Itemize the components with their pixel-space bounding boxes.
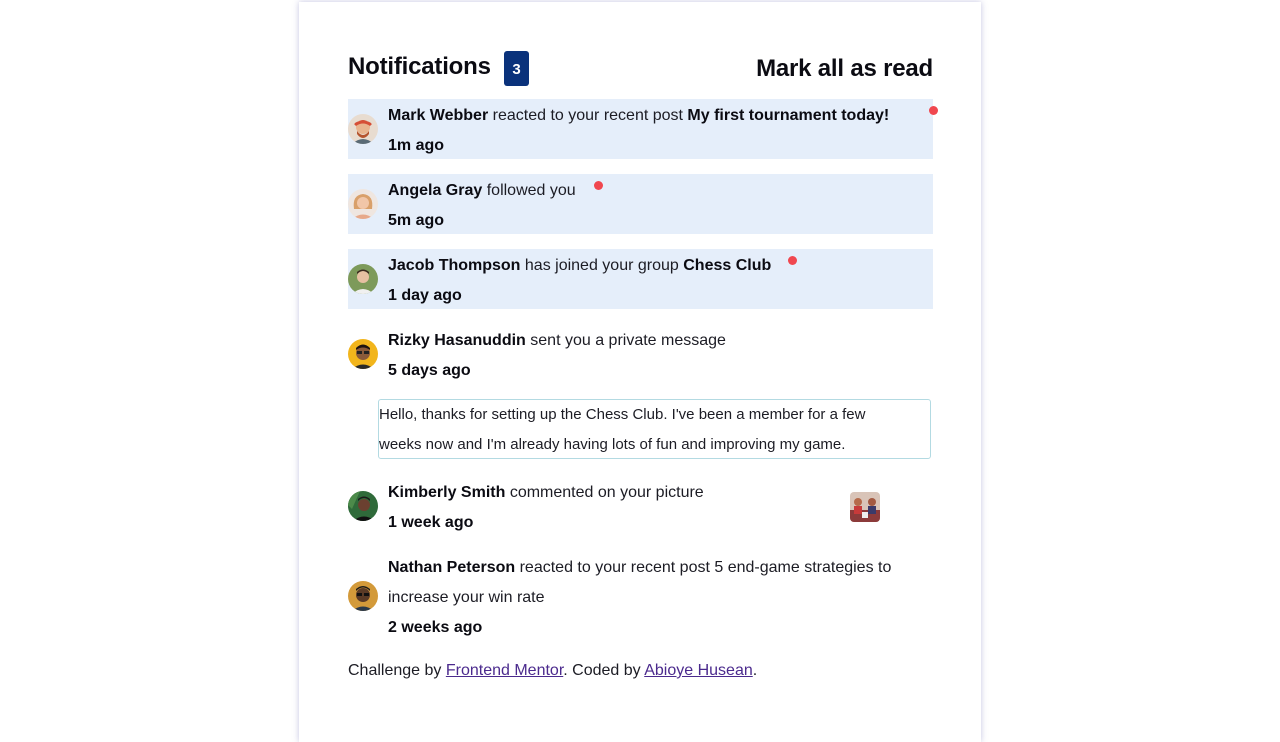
notification-time: 5 days ago: [388, 362, 471, 379]
notification-time: 1 week ago: [388, 514, 474, 531]
private-message-preview[interactable]: Hello, thanks for setting up the Chess C…: [378, 399, 931, 459]
notification-text: Jacob Thompson has joined your group Che…: [388, 251, 771, 281]
avatar-rizky-hasanuddin[interactable]: [348, 339, 378, 369]
notification-user-name[interactable]: Nathan Peterson: [388, 559, 515, 576]
attribution-footer: Challenge by Frontend Mentor. Coded by A…: [348, 658, 757, 684]
notification-text: Kimberly Smith commented on your picture: [388, 478, 704, 508]
mark-all-as-read-button[interactable]: Mark all as read: [756, 53, 933, 85]
avatar-jacob-thompson[interactable]: [348, 264, 378, 294]
notification-item[interactable]: Jacob Thompson has joined your group Che…: [348, 249, 933, 309]
frontend-mentor-link[interactable]: Frontend Mentor: [446, 662, 563, 679]
footer-suffix: .: [752, 662, 758, 679]
avatar-kimberly-smith[interactable]: [348, 491, 378, 521]
notifications-header: Notifications 3 Mark all as read: [348, 51, 933, 87]
author-link[interactable]: Abioye Husean: [644, 662, 753, 679]
notification-item[interactable]: Nathan Peterson reacted to your recent p…: [348, 551, 933, 643]
unread-dot: [929, 106, 938, 115]
notification-action: followed you: [486, 182, 576, 199]
notifications-card: Notifications 3 Mark all as read Mark We…: [299, 2, 981, 742]
private-message-line: weeks now and I'm already having lots of…: [379, 436, 846, 453]
notification-item[interactable]: Angela Gray followed you 5m ago: [348, 174, 933, 234]
notification-time: 1 day ago: [388, 287, 462, 304]
notification-time: 1m ago: [388, 137, 445, 154]
unread-dot: [788, 256, 797, 265]
avatar-mark-webber[interactable]: [348, 114, 378, 144]
footer-middle: . Coded by: [563, 662, 641, 679]
notification-user-name[interactable]: Jacob Thompson: [388, 257, 520, 274]
notification-time: 2 weeks ago: [388, 619, 483, 636]
private-message-line: Hello, thanks for setting up the Chess C…: [379, 406, 866, 423]
notification-action: reacted to your recent post: [492, 107, 683, 124]
chess-picture-thumbnail[interactable]: [850, 492, 880, 522]
unread-dot: [594, 181, 603, 190]
notification-item[interactable]: Mark Webber reacted to your recent post …: [348, 99, 938, 159]
avatar-nathan-peterson[interactable]: [348, 581, 378, 611]
page-title: Notifications: [348, 53, 491, 80]
footer-prefix: Challenge by: [348, 662, 442, 679]
notification-text: Nathan Peterson reacted to your recent p…: [388, 553, 891, 583]
avatar-angela-gray[interactable]: [348, 189, 378, 219]
notification-user-name[interactable]: Rizky Hasanuddin: [388, 332, 526, 349]
notification-target-group[interactable]: Chess Club: [683, 257, 771, 274]
notification-action: reacted to your recent post 5 end-game s…: [519, 559, 892, 576]
notification-text: Rizky Hasanuddin sent you a private mess…: [388, 326, 726, 356]
notification-text-continued: increase your win rate: [388, 589, 545, 606]
notification-text: Mark Webber reacted to your recent post …: [388, 101, 889, 131]
notification-text: Angela Gray followed you: [388, 176, 576, 206]
notification-user-name[interactable]: Mark Webber: [388, 107, 488, 124]
unread-count-badge: 3: [504, 51, 529, 86]
notification-time: 5m ago: [388, 212, 445, 229]
notification-target-post[interactable]: My first tournament today!: [687, 107, 889, 124]
notification-user-name[interactable]: Kimberly Smith: [388, 484, 505, 501]
notification-item[interactable]: Kimberly Smith commented on your picture…: [348, 476, 933, 536]
notification-action: sent you a private message: [530, 332, 726, 349]
notification-action: has joined your group: [524, 257, 679, 274]
notification-user-name[interactable]: Angela Gray: [388, 182, 482, 199]
notification-item[interactable]: Rizky Hasanuddin sent you a private mess…: [348, 324, 933, 384]
notification-action: commented on your picture: [509, 484, 704, 501]
